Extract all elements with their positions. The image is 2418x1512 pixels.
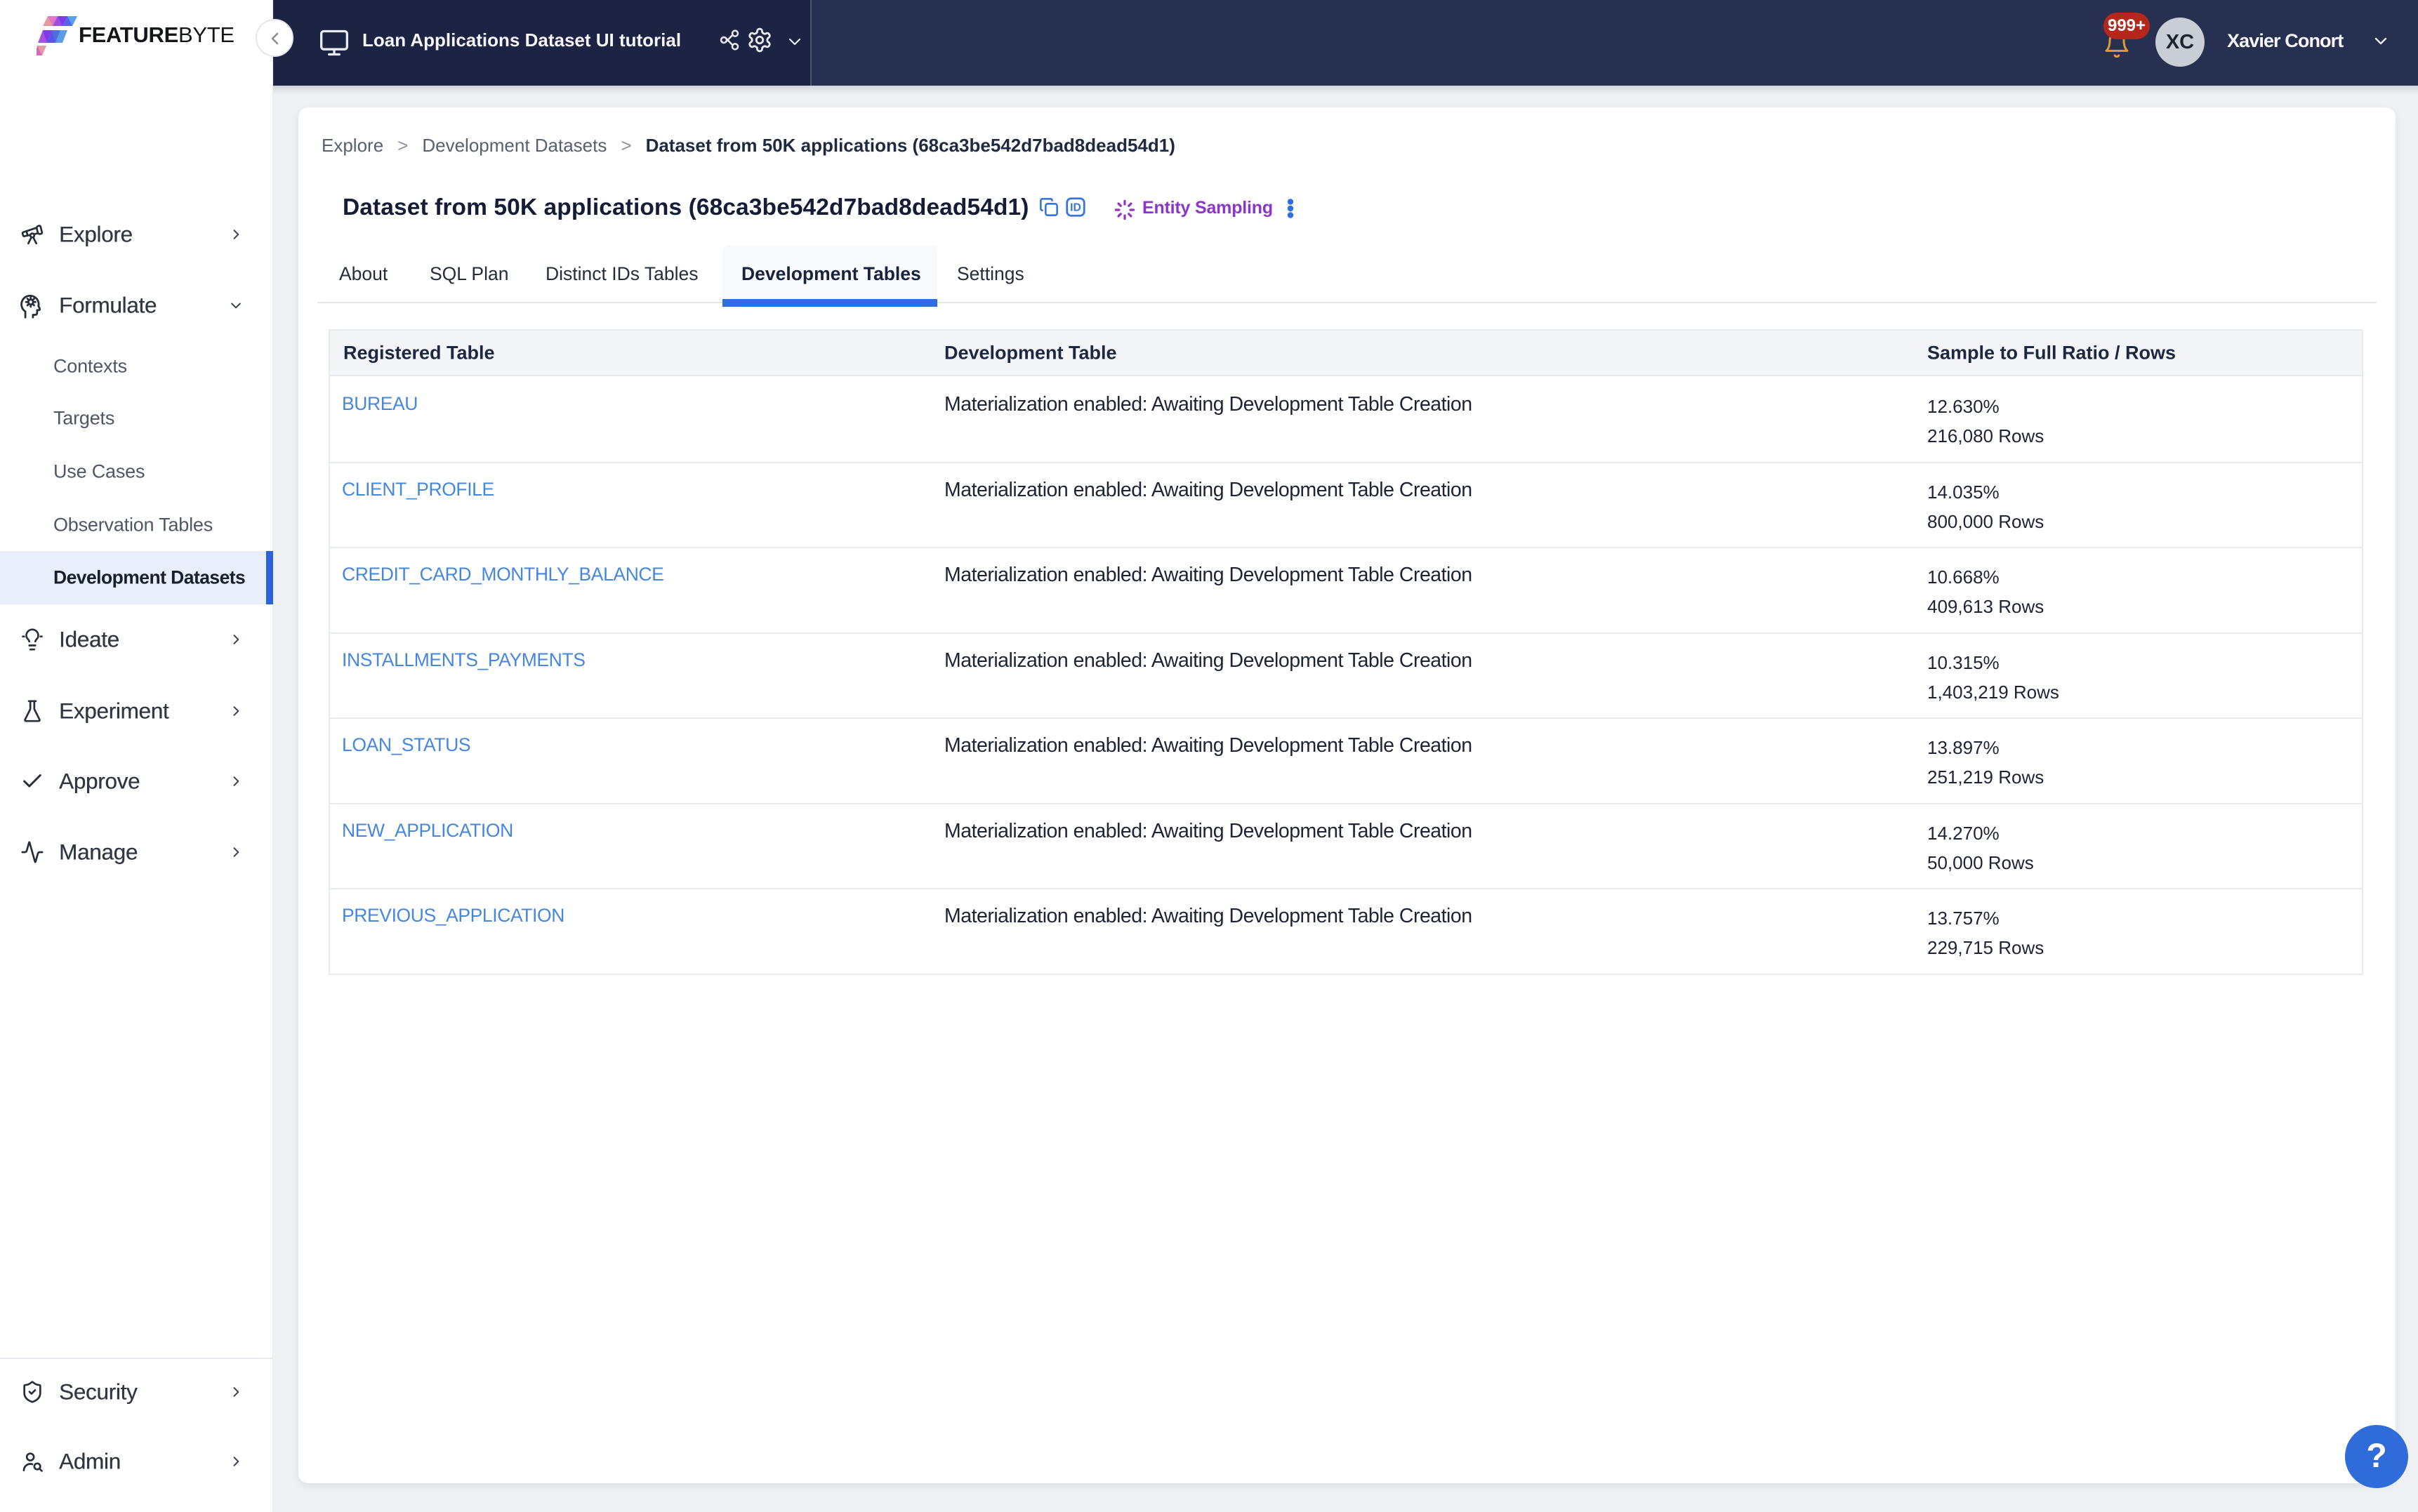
svg-text:ID: ID <box>1070 201 1081 213</box>
